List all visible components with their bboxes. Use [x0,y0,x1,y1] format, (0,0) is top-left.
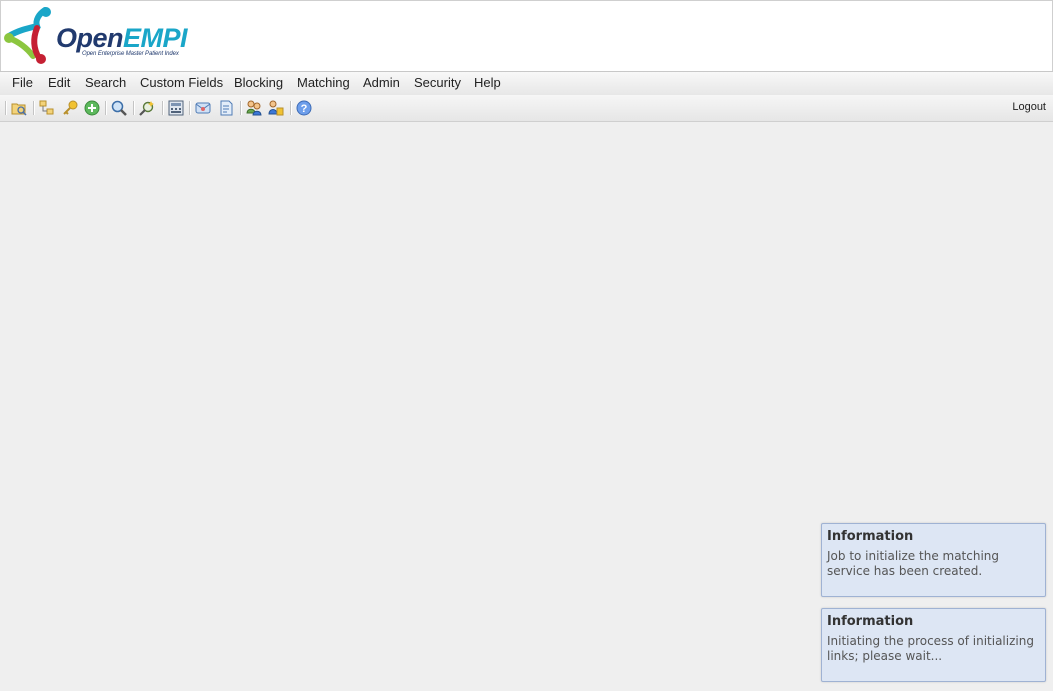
openempi-logo: OpenEMPI Open Enterprise Master Patient … [3,4,203,68]
menu-search[interactable]: Search [85,72,126,95]
users-icon[interactable] [246,100,262,116]
menu-custom-fields[interactable]: Custom Fields [140,72,223,95]
toolbar-separator [5,101,7,115]
menu-help[interactable]: Help [474,72,501,95]
help-icon[interactable]: ? [296,100,312,116]
logo-text-open: Open [56,23,124,53]
menu-admin[interactable]: Admin [363,72,400,95]
menu-blocking[interactable]: Blocking [234,72,283,95]
logo-text-empi: EMPI [123,23,188,53]
search-icon[interactable] [111,100,127,116]
svg-text:?: ? [301,103,308,115]
logout-link[interactable]: Logout [1012,101,1046,113]
notification-info[interactable]: Information Job to initialize the matchi… [821,523,1046,597]
notification-title: Information [827,614,914,629]
notification-message: Job to initialize the matching service h… [827,549,1000,578]
magic-search-icon[interactable] [139,100,155,116]
mail-icon[interactable] [195,100,211,116]
notification-message: Initiating the process of initializing l… [827,634,1034,663]
menu-matching[interactable]: Matching [297,72,350,95]
toolbar-separator [162,101,164,115]
notification-info[interactable]: Information Initiating the process of in… [821,608,1046,682]
document-icon[interactable] [218,100,234,116]
tree-icon[interactable] [39,100,55,116]
notification-title: Information [827,529,914,544]
toolbar-separator [290,101,292,115]
toolbar-separator [33,101,35,115]
user-link-icon[interactable] [268,100,284,116]
toolbar-separator [189,101,191,115]
menu-bar: File Edit Search Custom Fields Blocking … [0,71,1053,96]
toolbar-separator [105,101,107,115]
menu-file[interactable]: File [12,72,33,95]
key-icon[interactable] [62,100,78,116]
menu-security[interactable]: Security [414,72,461,95]
toolbar-separator [133,101,135,115]
logo-tagline: Open Enterprise Master Patient Index [82,51,179,57]
add-icon[interactable] [84,100,100,116]
open-folder-icon[interactable] [11,100,27,116]
toolbar: ? Logout [0,95,1053,122]
toolbar-separator [240,101,242,115]
calculator-icon[interactable] [168,100,184,116]
app-header: OpenEMPI Open Enterprise Master Patient … [0,0,1053,72]
menu-edit[interactable]: Edit [48,72,70,95]
